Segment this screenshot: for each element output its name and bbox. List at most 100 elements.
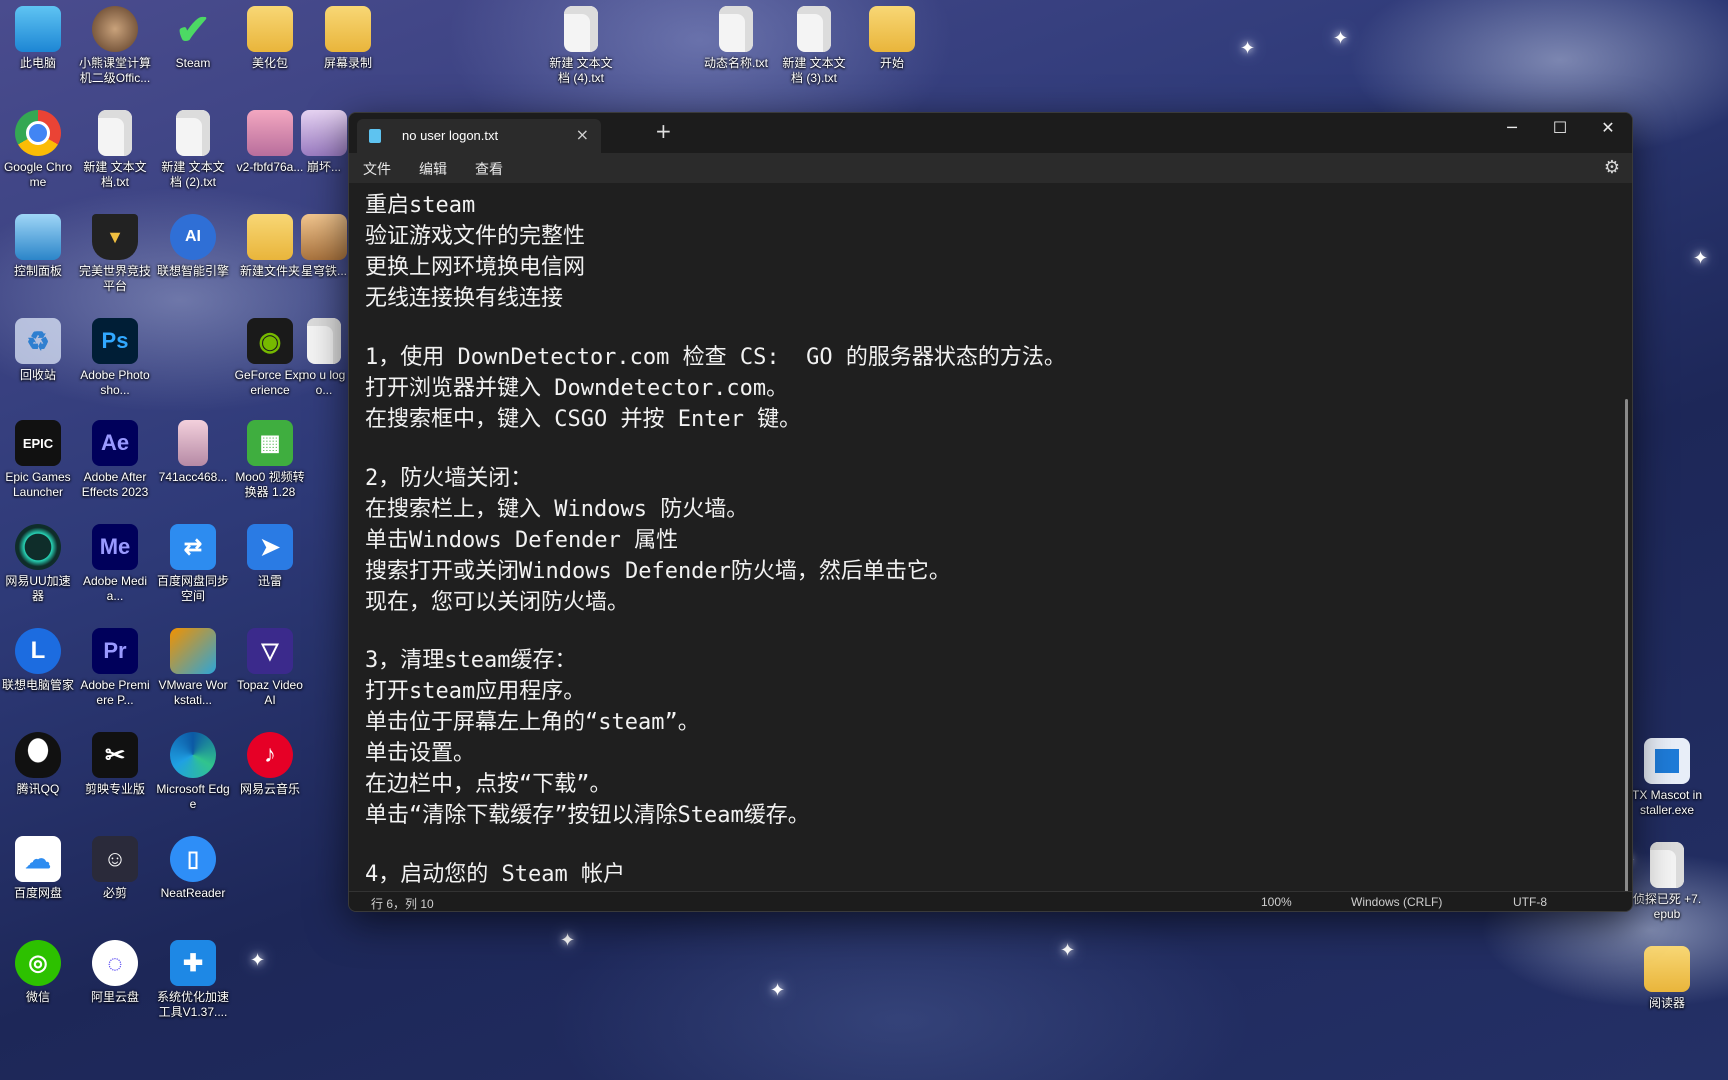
title-bar[interactable]: no user logon.txt × + ─ ☐ ✕ bbox=[349, 113, 1632, 153]
text-line: 单击“清除下载缓存”按钮以清除Steam缓存。 bbox=[365, 803, 810, 828]
desktop-icon-741acc468[interactable]: 741acc468... bbox=[156, 420, 230, 485]
chrome-icon bbox=[15, 110, 61, 156]
icon-label: 新建 文本文档.txt bbox=[83, 160, 147, 189]
desktop-icon-lenovo-manager[interactable]: L 联想电脑管家 bbox=[1, 628, 75, 693]
desktop-icon-epub[interactable]: 侦探已死 +7.epub bbox=[1630, 842, 1704, 922]
desktop-icon-kaishi[interactable]: 开始 bbox=[855, 6, 929, 71]
icon-label: v2-fbfd76a... bbox=[236, 160, 304, 174]
desktop-icon-new-folder[interactable]: 新建文件夹 bbox=[233, 214, 307, 279]
desktop-icon-system-optimizer[interactable]: ✚ 系统优化加速工具V1.37.... bbox=[156, 940, 230, 1020]
photoshop-icon: Ps bbox=[92, 318, 138, 364]
desktop-icon-netease-music[interactable]: ♪ 网易云音乐 bbox=[233, 732, 307, 797]
document-icon bbox=[1650, 842, 1684, 888]
settings-gear-icon[interactable]: ⚙ bbox=[1604, 157, 1620, 178]
star-decoration: ✦ bbox=[770, 980, 786, 1001]
desktop-icon-uu[interactable]: 网易UU加速器 bbox=[1, 524, 75, 604]
desktop-icon-perfect-world[interactable]: ▼ 完美世界竞技平台 bbox=[78, 214, 152, 294]
minimize-button[interactable]: ─ bbox=[1488, 113, 1536, 145]
folder-icon bbox=[247, 6, 293, 52]
tab-close-button[interactable]: × bbox=[576, 125, 589, 144]
desktop-icon-txt4[interactable]: 新建 文本文档 (4).txt bbox=[544, 6, 618, 86]
desktop-icon-star-rail[interactable]: 星穹铁... bbox=[300, 214, 348, 279]
zoom-level[interactable]: 100% bbox=[1261, 895, 1292, 909]
text-line: 在搜索框中，键入 CSGO 并按 Enter 键。 bbox=[365, 407, 802, 432]
line-ending[interactable]: Windows (CRLF) bbox=[1351, 895, 1442, 909]
new-tab-button[interactable]: + bbox=[655, 119, 672, 143]
desktop-icon-after-effects[interactable]: Ae Adobe After Effects 2023 bbox=[78, 420, 152, 500]
avatar-icon bbox=[92, 6, 138, 52]
desktop-icon-steam[interactable]: ✔ Steam bbox=[156, 6, 230, 71]
document-icon bbox=[719, 6, 753, 52]
text-line: 无线连接换有线连接 bbox=[365, 286, 564, 311]
desktop-icon-recycle-bin[interactable]: ♻ 回收站 bbox=[1, 318, 75, 383]
text-editor[interactable]: 重启steam 验证游戏文件的完整性 更换上网环境换电信网 无线连接换有线连接 … bbox=[349, 183, 1632, 891]
desktop-icon-baidu-pan[interactable]: ☁ 百度网盘 bbox=[1, 836, 75, 901]
desktop-icon-v2-image[interactable]: v2-fbfd76a... bbox=[233, 110, 307, 175]
edge-icon bbox=[170, 732, 216, 778]
menu-file[interactable]: 文件 bbox=[363, 159, 391, 179]
vertical-scrollbar[interactable] bbox=[1625, 399, 1628, 891]
desktop-icon-control-panel[interactable]: 控制面板 bbox=[1, 214, 75, 279]
text-line: 在边栏中，点按“下载”。 bbox=[365, 772, 612, 797]
desktop-icon-screen-record[interactable]: 屏幕录制 bbox=[311, 6, 385, 71]
game-icon bbox=[301, 110, 347, 156]
film-icon: ▦ bbox=[247, 420, 293, 466]
image-icon bbox=[178, 420, 208, 466]
desktop-icon-wechat[interactable]: ◎ 微信 bbox=[1, 940, 75, 1005]
desktop-icon-xunlei[interactable]: ➤ 迅雷 bbox=[233, 524, 307, 589]
ai-icon: AI bbox=[170, 214, 216, 260]
desktop-icon-baidu-sync[interactable]: ⇄ 百度网盘同步空间 bbox=[156, 524, 230, 604]
desktop-icon-aliyun[interactable]: ◌ 阿里云盘 bbox=[78, 940, 152, 1005]
desktop-icon-txt3[interactable]: 新建 文本文档 (3).txt bbox=[777, 6, 851, 86]
cursor-position: 行 6，列 10 bbox=[371, 897, 434, 911]
icon-label: 星穹铁... bbox=[300, 264, 347, 278]
icon-label: Adobe After Effects 2023 bbox=[81, 470, 149, 499]
menu-edit[interactable]: 编辑 bbox=[419, 159, 447, 179]
icon-label: TX Mascot installer.exe bbox=[1631, 788, 1703, 817]
tab-no-user-logon[interactable]: no user logon.txt × bbox=[357, 119, 601, 153]
desktop-icon-no-user-logon[interactable]: no u logo... bbox=[300, 318, 348, 398]
icon-label: 完美世界竞技平台 bbox=[78, 264, 151, 293]
text-line: 单击Windows Defender 属性 bbox=[365, 528, 679, 553]
desktop-icon-txt[interactable]: 新建 文本文档.txt bbox=[78, 110, 152, 190]
chat-icon: ◎ bbox=[15, 940, 61, 986]
desktop-icon-media-encoder[interactable]: Me Adobe Media... bbox=[78, 524, 152, 604]
text-line: 打开steam应用程序。 bbox=[365, 679, 586, 704]
menu-view[interactable]: 查看 bbox=[475, 159, 503, 179]
desktop-icon-qq[interactable]: 腾讯QQ bbox=[1, 732, 75, 797]
desktop-icon-vmware[interactable]: VMware Workstati... bbox=[156, 628, 230, 708]
icon-label: 微信 bbox=[25, 990, 50, 1004]
text-line: 在搜索栏上，键入 Windows 防火墙。 bbox=[365, 497, 749, 522]
desktop-icon-meihuabao[interactable]: 美化包 bbox=[233, 6, 307, 71]
desktop-icon-epic[interactable]: EPIC Epic Games Launcher bbox=[1, 420, 75, 500]
document-icon bbox=[176, 110, 210, 156]
desktop-icon-xiaoxiong[interactable]: 小熊课堂计算机二级Offic... bbox=[78, 6, 152, 86]
maximize-button[interactable]: ☐ bbox=[1536, 113, 1584, 145]
desktop-icon-reader[interactable]: 阅读器 bbox=[1630, 946, 1704, 1011]
desktop-icon-honkai[interactable]: 崩坏... bbox=[300, 110, 348, 175]
folder-icon bbox=[247, 214, 293, 260]
desktop-icon-bijian[interactable]: ☺ 必剪 bbox=[78, 836, 152, 901]
desktop-icon-chrome[interactable]: Google Chrome bbox=[1, 110, 75, 190]
icon-label: 百度网盘 bbox=[13, 886, 62, 900]
icon-label: Microsoft Edge bbox=[156, 782, 230, 811]
icon-label: Adobe Media... bbox=[82, 574, 148, 603]
desktop-icon-tx-mascot[interactable]: TX Mascot installer.exe bbox=[1630, 738, 1704, 818]
folder-icon bbox=[869, 6, 915, 52]
icon-label: Steam bbox=[175, 56, 211, 70]
desktop-icon-edge[interactable]: Microsoft Edge bbox=[156, 732, 230, 812]
desktop-icon-jianying[interactable]: ✂ 剪映专业版 bbox=[78, 732, 152, 797]
desktop-icon-moo0[interactable]: ▦ Moo0 视频转换器 1.28 bbox=[233, 420, 307, 500]
desktop-icon-dongtai[interactable]: 动态名称.txt bbox=[699, 6, 773, 71]
desktop-icon-topaz[interactable]: ▽ Topaz Video AI bbox=[233, 628, 307, 708]
desktop-icon-geforce[interactable]: ◉ GeForce Experience bbox=[233, 318, 307, 398]
close-button[interactable]: ✕ bbox=[1584, 113, 1632, 145]
encoding[interactable]: UTF-8 bbox=[1513, 895, 1547, 909]
desktop-icon-this-pc[interactable]: 此电脑 bbox=[1, 6, 75, 71]
desktop-icon-txt2[interactable]: 新建 文本文档 (2).txt bbox=[156, 110, 230, 190]
desktop-icon-lenovo-ai[interactable]: AI 联想智能引擎 bbox=[156, 214, 230, 279]
desktop-icon-premiere[interactable]: Pr Adobe Premiere P... bbox=[78, 628, 152, 708]
desktop-icon-neatreader[interactable]: ▯ NeatReader bbox=[156, 836, 230, 901]
desktop-icon-photoshop[interactable]: Ps Adobe Photosho... bbox=[78, 318, 152, 398]
icon-label: 开始 bbox=[879, 56, 904, 70]
